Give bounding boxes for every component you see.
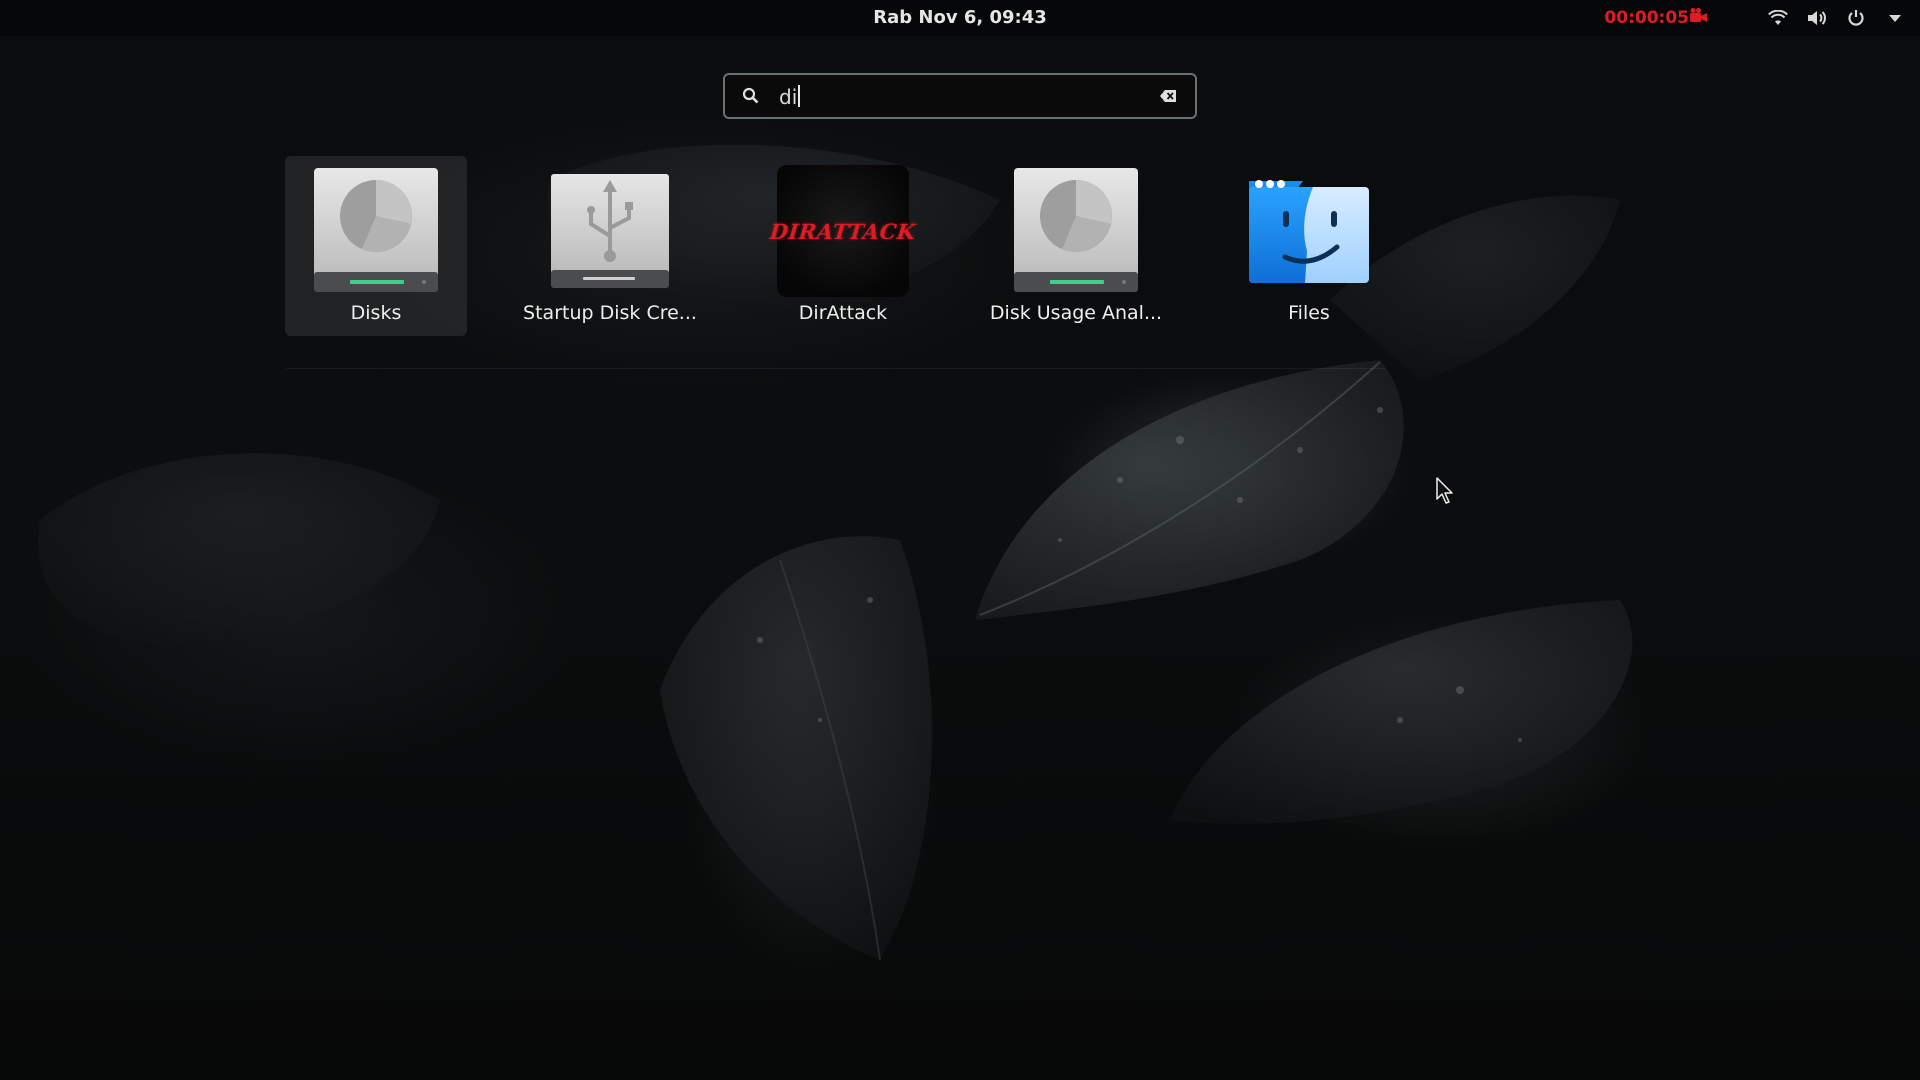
files-icon bbox=[1218, 156, 1400, 306]
recording-time: 00:00:05 bbox=[1604, 8, 1689, 28]
app-result-disks[interactable]: Disks bbox=[285, 156, 467, 336]
recording-icon bbox=[1690, 7, 1708, 29]
app-label: DirAttack bbox=[798, 302, 888, 324]
disks-icon bbox=[285, 156, 467, 306]
search-input-value: di bbox=[779, 85, 798, 109]
search-field[interactable]: di bbox=[723, 73, 1197, 119]
power-icon[interactable] bbox=[1845, 7, 1867, 29]
app-result-dirattack[interactable]: DIRATTACK DirAttack bbox=[752, 156, 934, 336]
results-separator bbox=[286, 368, 1386, 369]
volume-icon[interactable] bbox=[1806, 7, 1828, 29]
usb-drive-icon bbox=[519, 156, 701, 306]
search-icon bbox=[742, 87, 760, 109]
search-input[interactable]: di bbox=[779, 83, 801, 111]
app-result-files[interactable]: Files bbox=[1218, 156, 1400, 336]
dirattack-logo-text: DIRATTACK bbox=[768, 218, 918, 244]
app-label: Disk Usage Anal... bbox=[989, 302, 1163, 324]
app-result-startup-disk-creator[interactable]: Startup Disk Cre... bbox=[519, 156, 701, 336]
app-result-disk-usage-analyzer[interactable]: Disk Usage Anal... bbox=[985, 156, 1167, 336]
mouse-pointer-icon bbox=[1436, 477, 1454, 509]
desktop: Rab Nov 6, 09:43 00:00:05 di Disks Start… bbox=[0, 0, 1920, 1080]
wifi-icon[interactable] bbox=[1767, 7, 1789, 29]
top-bar: Rab Nov 6, 09:43 00:00:05 bbox=[0, 0, 1920, 36]
disk-usage-icon bbox=[985, 156, 1167, 306]
app-label: Disks bbox=[350, 302, 402, 324]
dirattack-icon: DIRATTACK bbox=[752, 156, 934, 306]
recording-indicator[interactable]: 00:00:05 bbox=[1604, 7, 1708, 29]
app-label: Startup Disk Cre... bbox=[523, 302, 697, 324]
app-label: Files bbox=[1288, 302, 1330, 324]
text-caret bbox=[798, 85, 801, 107]
menu-arrow-icon[interactable] bbox=[1884, 7, 1906, 29]
clear-icon[interactable] bbox=[1159, 88, 1177, 107]
system-tray: 00:00:05 bbox=[1604, 0, 1906, 36]
